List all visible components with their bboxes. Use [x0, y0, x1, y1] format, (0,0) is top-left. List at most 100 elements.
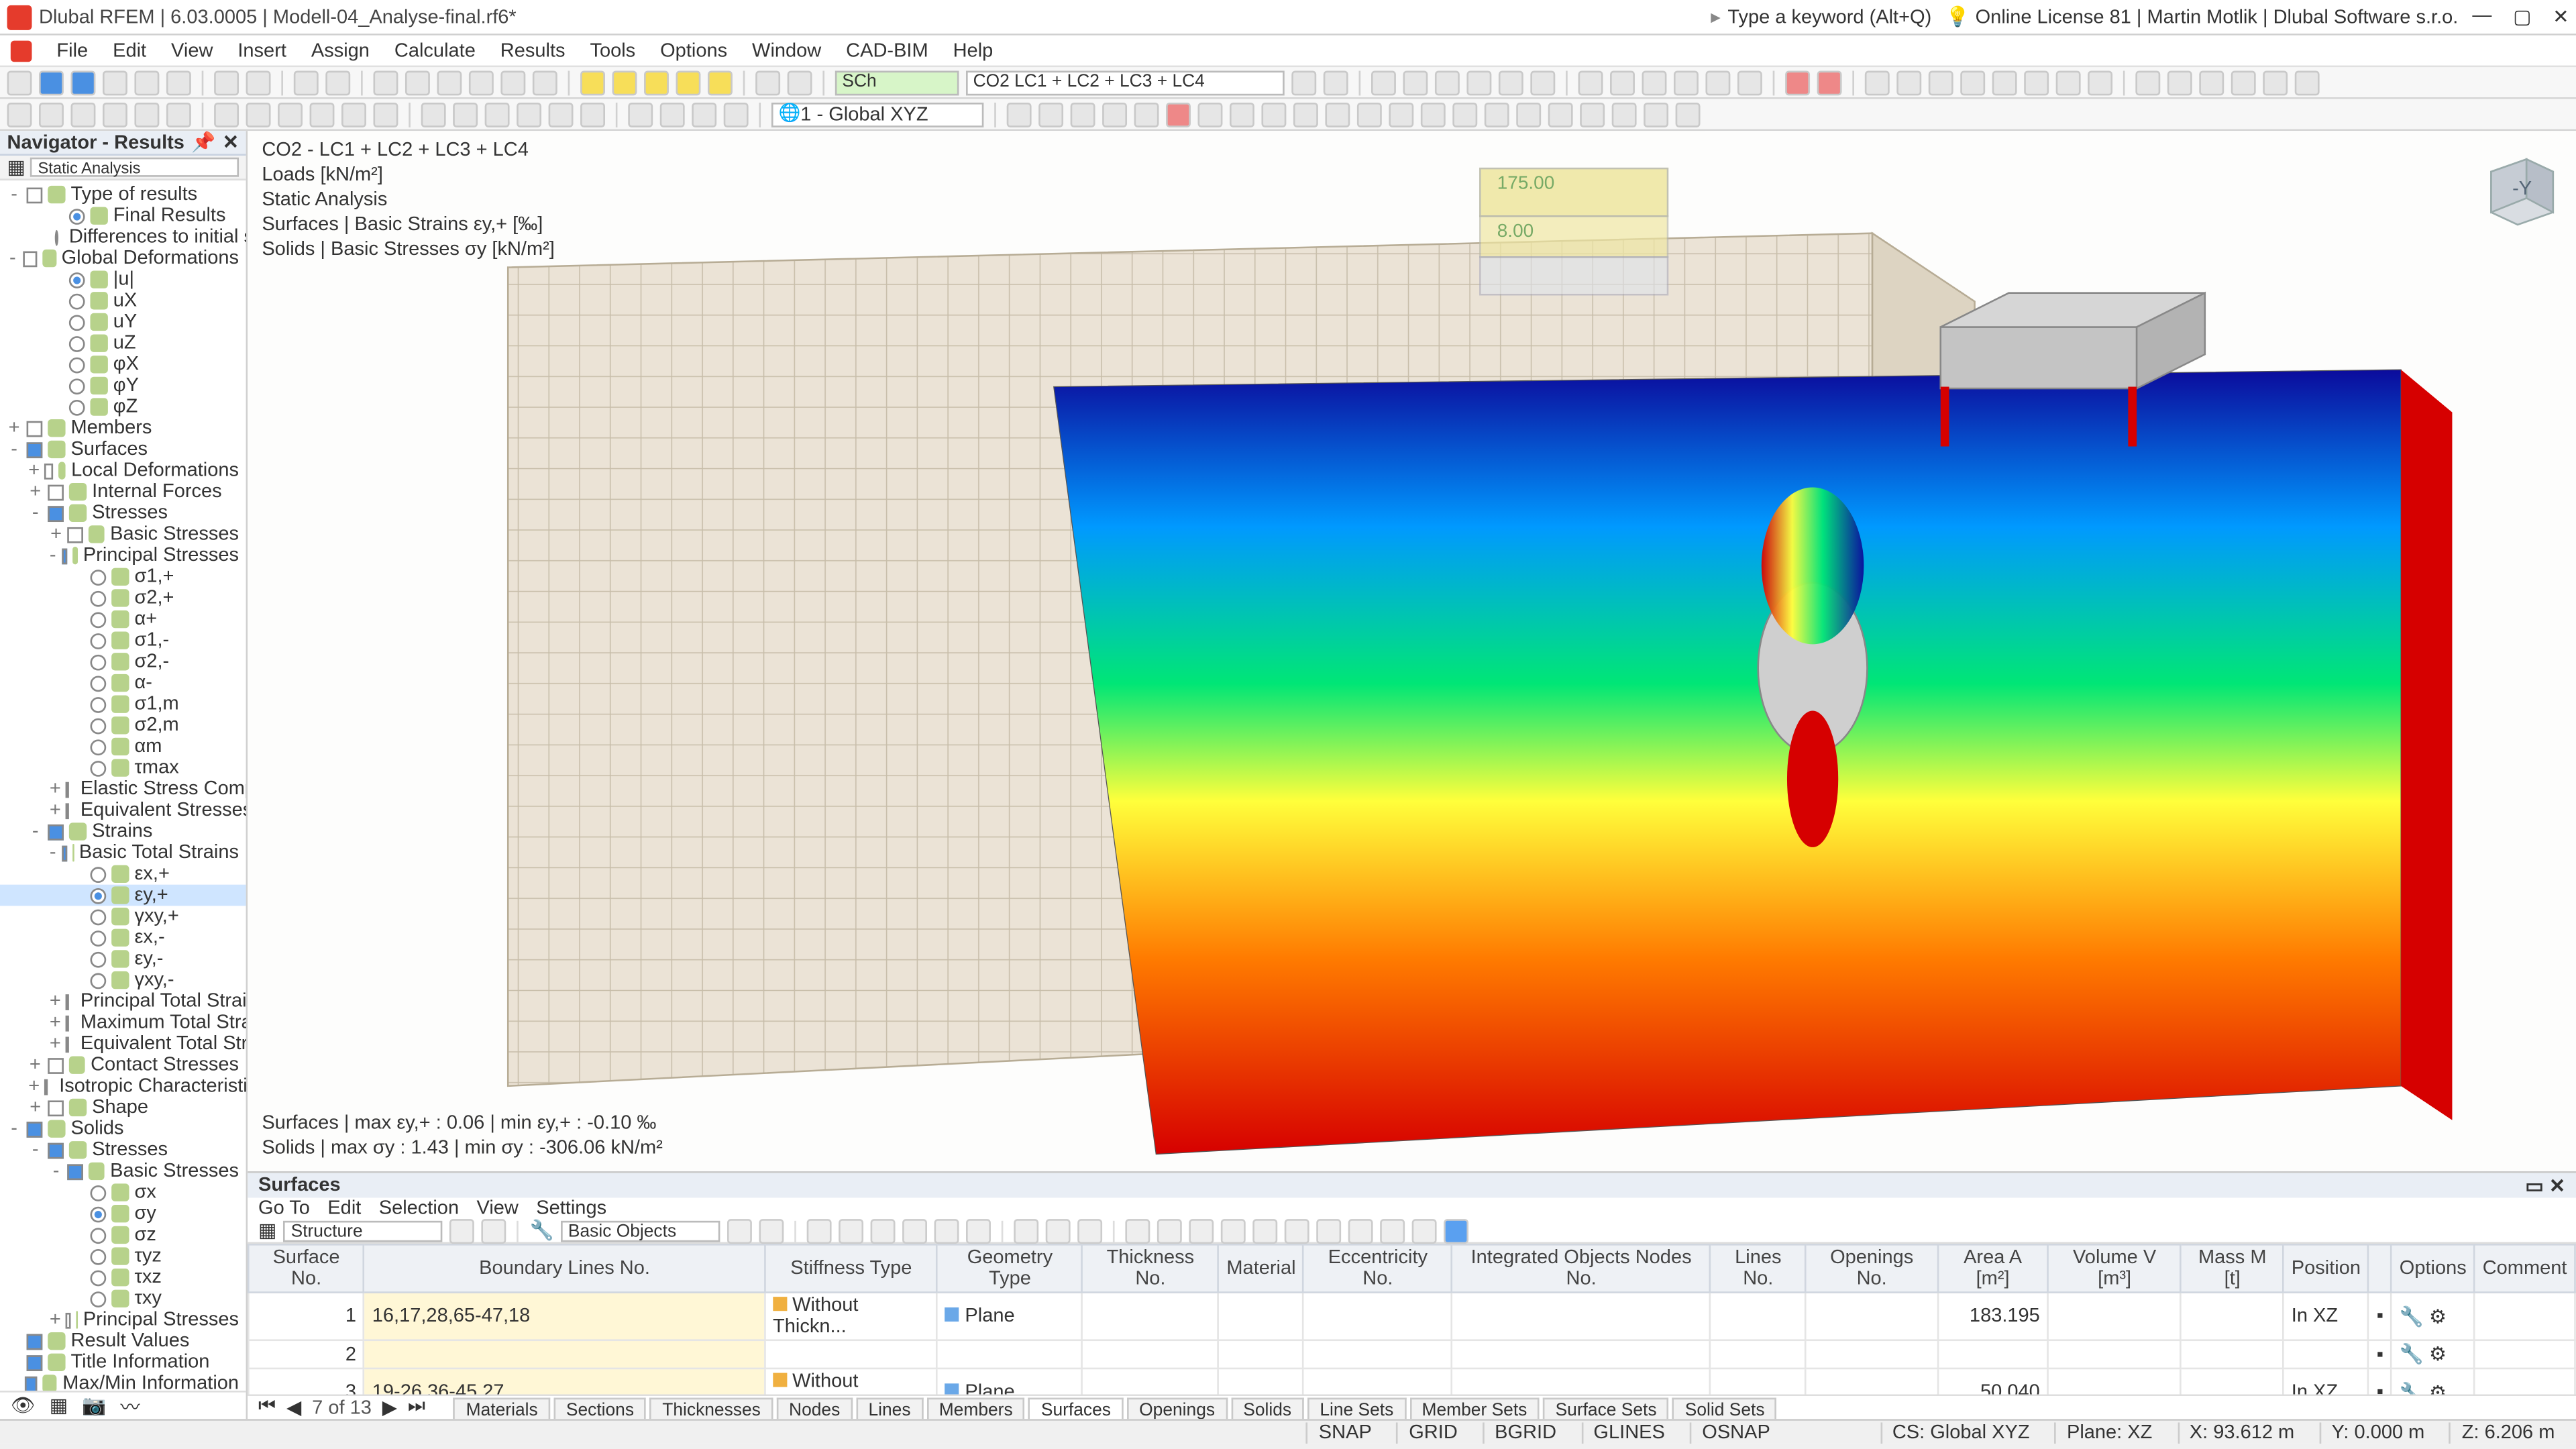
tree-checkbox[interactable]	[45, 463, 54, 479]
tree-checkbox[interactable]	[66, 802, 70, 818]
nav-foot-1-icon[interactable]: 👁	[11, 1394, 36, 1417]
tree-item[interactable]: +Principal Stresses	[0, 1309, 246, 1331]
menu-options[interactable]: Options	[660, 40, 727, 61]
panel-tab[interactable]: Sections	[553, 1397, 646, 1421]
tree-radio[interactable]	[91, 1269, 107, 1285]
menu-help[interactable]: Help	[953, 40, 994, 61]
dim4-icon[interactable]	[1960, 70, 1985, 95]
next-lc-icon[interactable]	[1324, 70, 1348, 95]
tree-radio[interactable]	[91, 569, 107, 585]
table-header[interactable]: Integrated Objects Nodes No.	[1452, 1244, 1711, 1292]
ptb4-icon[interactable]	[902, 1218, 927, 1243]
ptb14-icon[interactable]	[1253, 1218, 1278, 1243]
tree-item[interactable]: +Internal Forces	[0, 481, 246, 502]
tree-item[interactable]: α+	[0, 608, 246, 630]
tree-checkbox[interactable]	[48, 484, 64, 500]
del1-icon[interactable]	[1785, 70, 1810, 95]
table-header[interactable]: Material	[1219, 1244, 1304, 1292]
delx-icon[interactable]	[1166, 102, 1191, 127]
calc1-icon[interactable]	[580, 70, 605, 95]
tree-item[interactable]: uX	[0, 290, 246, 312]
tree-item[interactable]: +Contact Stresses	[0, 1055, 246, 1076]
tree-item[interactable]: εx,+	[0, 863, 246, 885]
load7-icon[interactable]	[1389, 102, 1413, 127]
tree-radio[interactable]	[69, 208, 85, 224]
sol3-icon[interactable]	[692, 102, 716, 127]
calc4-icon[interactable]	[676, 70, 700, 95]
mesh-icon[interactable]	[755, 70, 780, 95]
tree-item[interactable]: +Elastic Stress Components	[0, 778, 246, 800]
tree-checkbox[interactable]	[66, 1036, 70, 1052]
panel-tab[interactable]: Openings	[1127, 1397, 1228, 1421]
panel-tab[interactable]: Members	[926, 1397, 1025, 1421]
results4-icon[interactable]	[1466, 70, 1491, 95]
tree-item[interactable]: σ2,+	[0, 588, 246, 609]
surfaces-table[interactable]: Surface No.Boundary Lines No.Stiffness T…	[248, 1244, 2576, 1394]
tree-checkbox[interactable]	[27, 186, 43, 203]
tree-radio[interactable]	[55, 229, 58, 246]
tree-checkbox[interactable]	[61, 845, 66, 861]
table-header[interactable]: Comment	[2475, 1244, 2575, 1292]
status-snap[interactable]: SNAP	[1306, 1421, 1382, 1443]
menu-view[interactable]: View	[171, 40, 213, 61]
panel-combo-structure[interactable]: Structure	[284, 1220, 443, 1241]
rect-icon[interactable]	[39, 102, 64, 127]
load8-icon[interactable]	[1421, 102, 1446, 127]
line4-icon[interactable]	[310, 102, 335, 127]
clipboard-icon[interactable]	[214, 70, 239, 95]
tree-item[interactable]: γxy,-	[0, 969, 246, 991]
ptb3-icon[interactable]	[871, 1218, 896, 1243]
tree-item[interactable]: +Members	[0, 417, 246, 439]
load14-icon[interactable]	[1612, 102, 1637, 127]
table-row[interactable]: 116,17,28,65-47,18Without Thickn...Plane…	[249, 1293, 2575, 1340]
tree-radio[interactable]	[91, 633, 107, 649]
tree-item[interactable]: σy	[0, 1203, 246, 1224]
ptb6-icon[interactable]	[966, 1218, 991, 1243]
tree-radio[interactable]	[69, 272, 85, 288]
tree-item[interactable]: φZ	[0, 396, 246, 418]
results6-icon[interactable]	[1530, 70, 1555, 95]
tree-radio[interactable]	[91, 930, 107, 946]
tree-radio[interactable]	[91, 908, 107, 924]
menu-assign[interactable]: Assign	[311, 40, 370, 61]
tree-radio[interactable]	[91, 1185, 107, 1201]
table-header[interactable]: Lines No.	[1711, 1244, 1806, 1292]
menu-edit[interactable]: Edit	[113, 40, 146, 61]
tree-item[interactable]: -Stresses	[0, 502, 246, 524]
rotate-icon[interactable]	[103, 102, 127, 127]
nav-foot-4-icon[interactable]: 〰	[121, 1391, 140, 1419]
keyword-search[interactable]: Type a keyword (Alt+Q)	[1711, 5, 1931, 28]
load2-icon[interactable]	[1230, 102, 1254, 127]
tree-checkbox[interactable]	[27, 1354, 43, 1371]
new-icon[interactable]	[7, 70, 32, 95]
tree-item[interactable]: φX	[0, 354, 246, 375]
move-icon[interactable]	[70, 102, 95, 127]
panel-min-icon[interactable]: ▭	[2525, 1176, 2543, 1197]
table-header[interactable]: Volume V [m³]	[2048, 1244, 2182, 1292]
tree-checkbox[interactable]	[68, 1163, 83, 1179]
dim2-icon[interactable]	[1896, 70, 1921, 95]
close-button[interactable]: ✕	[2553, 5, 2569, 28]
ptb11-icon[interactable]	[1157, 1218, 1182, 1243]
grid1-icon[interactable]	[373, 70, 398, 95]
panel-tab[interactable]: Solids	[1231, 1397, 1304, 1421]
tree-radio[interactable]	[91, 888, 107, 904]
surf2-icon[interactable]	[453, 102, 478, 127]
status-osnap[interactable]: OSNAP	[1690, 1421, 1781, 1443]
panel-menu-view[interactable]: View	[476, 1198, 518, 1220]
cs-combo[interactable]: 🌐 1 - Global XYZ	[771, 102, 983, 127]
line3-icon[interactable]	[278, 102, 303, 127]
panel-tab[interactable]: Member Sets	[1409, 1397, 1540, 1421]
tree-radio[interactable]	[69, 399, 85, 415]
table-header[interactable]: Position	[2284, 1244, 2369, 1292]
ptb12-icon[interactable]	[1189, 1218, 1214, 1243]
load13-icon[interactable]	[1580, 102, 1605, 127]
tree-radio[interactable]	[69, 292, 85, 309]
tree-checkbox[interactable]	[27, 1333, 43, 1349]
load15-icon[interactable]	[1644, 102, 1668, 127]
grid3-icon[interactable]	[437, 70, 462, 95]
tree-item[interactable]: +Equivalent Total Strains	[0, 1033, 246, 1055]
table-header[interactable]: Stiffness Type	[765, 1244, 937, 1292]
misc1-icon[interactable]	[2135, 70, 2160, 95]
mesh2-icon[interactable]	[788, 70, 812, 95]
